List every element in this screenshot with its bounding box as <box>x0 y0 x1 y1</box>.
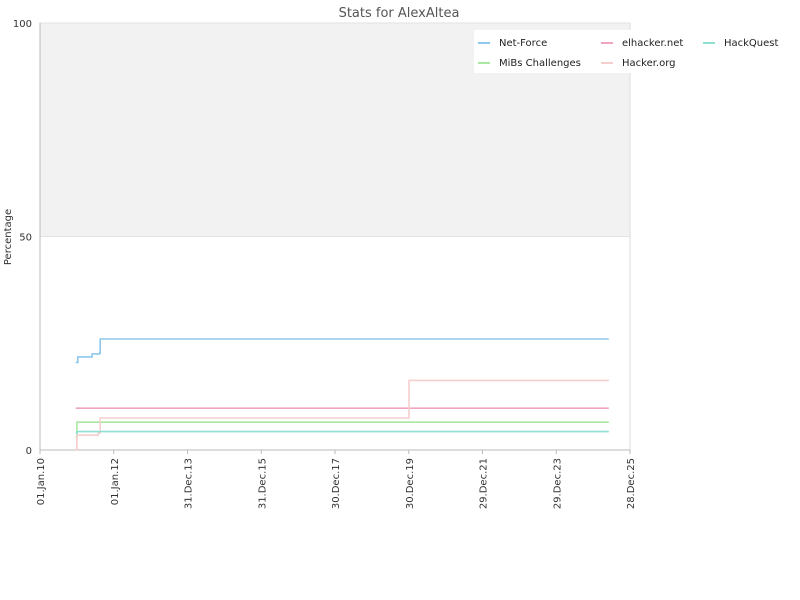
legend-label: Net-Force <box>499 38 547 49</box>
legend: Net-Force MiBs Challenges elhacker.net Hack… <box>474 30 784 73</box>
y-tick-label: 100 <box>13 19 32 30</box>
x-tick-label: 31.Dec.15 <box>257 458 268 509</box>
x-tick-label: 01.Jan.12 <box>110 458 121 505</box>
y-tick-label: 50 <box>19 233 32 244</box>
legend-label: elhacker.net <box>622 38 683 49</box>
legend-label: HackQuest <box>724 38 779 49</box>
x-tick-label: 30.Dec.19 <box>405 458 416 509</box>
x-tick-label: 30.Dec.17 <box>331 458 342 509</box>
x-tick-label: 29.Dec.23 <box>552 458 563 509</box>
y-axis-label: Percentage <box>3 209 14 265</box>
x-tick-label: 28.Dec.25 <box>626 458 637 509</box>
legend-label: MiBs Challenges <box>499 58 581 69</box>
legend-label: Hacker.org <box>622 58 676 69</box>
x-tick-label: 29.Dec.21 <box>479 458 490 509</box>
x-axis: 01.Jan.10 01.Jan.12 31.Dec.13 31.Dec.15 30.D… <box>36 450 637 509</box>
chart: Stats for AlexAltea Percentage 0 50 100 01… <box>3 6 784 509</box>
chart-title: Stats for AlexAltea <box>339 6 460 21</box>
y-tick-label: 0 <box>26 446 32 457</box>
x-tick-label: 31.Dec.13 <box>184 458 195 509</box>
x-tick-label: 01.Jan.10 <box>36 458 47 505</box>
